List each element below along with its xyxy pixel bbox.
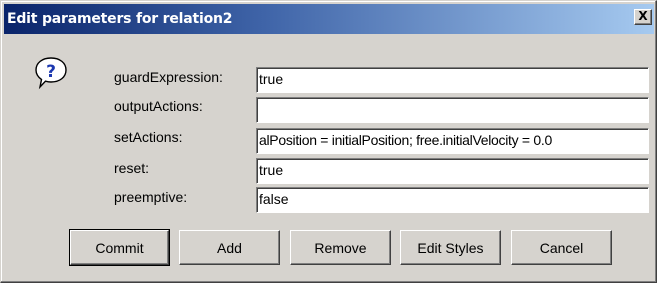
- question-icon: ?: [35, 57, 67, 90]
- close-icon: X: [638, 9, 648, 23]
- svg-text:?: ?: [46, 62, 56, 82]
- add-button[interactable]: Add: [179, 230, 280, 265]
- commit-button[interactable]: Commit: [69, 229, 170, 266]
- preemptive-input[interactable]: false: [256, 187, 649, 213]
- reset-label: reset:: [114, 160, 150, 176]
- preemptive-label: preemptive:: [114, 189, 188, 205]
- set-actions-input[interactable]: alPosition = initialPosition; free.initi…: [256, 128, 649, 154]
- cancel-button[interactable]: Cancel: [511, 230, 612, 265]
- output-actions-input[interactable]: [256, 97, 649, 123]
- guard-expression-label: guardExpression:: [114, 69, 223, 85]
- reset-input[interactable]: true: [256, 158, 649, 184]
- set-actions-label: setActions:: [114, 129, 183, 145]
- remove-button[interactable]: Remove: [290, 230, 391, 265]
- window-title: Edit parameters for relation2: [7, 11, 233, 27]
- guard-expression-input[interactable]: true: [256, 67, 649, 93]
- close-button[interactable]: X: [634, 9, 652, 25]
- output-actions-label: outputActions:: [114, 98, 203, 114]
- edit-parameters-dialog: Edit parameters for relation2 X ? guardE…: [0, 0, 657, 283]
- edit-styles-button[interactable]: Edit Styles: [400, 230, 501, 265]
- title-bar[interactable]: Edit parameters for relation2 X: [4, 4, 654, 34]
